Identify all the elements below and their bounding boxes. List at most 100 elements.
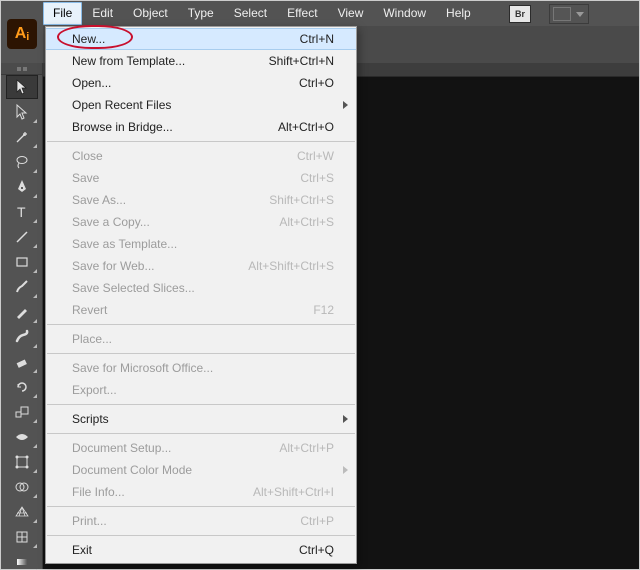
menu-item-label: Save for Web... — [72, 259, 248, 273]
menu-select[interactable]: Select — [224, 2, 277, 25]
menu-file[interactable]: File — [43, 2, 82, 25]
menu-item-label: File Info... — [72, 485, 253, 499]
magic-wand-tool[interactable] — [6, 125, 38, 149]
rotate-tool[interactable] — [6, 375, 38, 399]
file-menu-open[interactable]: Open...Ctrl+O — [46, 72, 356, 94]
file-menu-save-for-web: Save for Web...Alt+Shift+Ctrl+S — [46, 255, 356, 277]
flyout-indicator-icon — [33, 519, 37, 523]
flyout-indicator-icon — [33, 219, 37, 223]
file-menu-new-from-template[interactable]: New from Template...Shift+Ctrl+N — [46, 50, 356, 72]
mesh-tool[interactable] — [6, 525, 38, 549]
menu-item-label: Save — [72, 171, 300, 185]
menu-window[interactable]: Window — [373, 2, 436, 25]
file-menu-export: Export... — [46, 379, 356, 401]
flyout-indicator-icon — [33, 369, 37, 373]
menu-bar: FileEditObjectTypeSelectEffectViewWindow… — [43, 1, 481, 26]
top-toolbar-extras: Br — [509, 4, 589, 24]
file-menu-open-recent-files[interactable]: Open Recent Files — [46, 94, 356, 116]
menu-item-label: Save As... — [72, 193, 269, 207]
pencil-tool[interactable] — [6, 300, 38, 324]
rectangle-tool[interactable] — [6, 250, 38, 274]
menu-item-shortcut: Shift+Ctrl+S — [269, 193, 334, 207]
file-menu-save-as: Save As...Shift+Ctrl+S — [46, 189, 356, 211]
menu-item-shortcut: Alt+Ctrl+O — [278, 120, 334, 134]
flyout-indicator-icon — [33, 169, 37, 173]
shape-builder-tool[interactable] — [6, 475, 38, 499]
menu-edit[interactable]: Edit — [82, 2, 123, 25]
menu-item-shortcut: Alt+Ctrl+P — [279, 441, 334, 455]
menu-item-label: Save for Microsoft Office... — [72, 361, 334, 375]
menu-item-shortcut: Ctrl+N — [300, 32, 334, 46]
type-tool[interactable]: T — [6, 200, 38, 224]
flyout-indicator-icon — [33, 444, 37, 448]
flyout-indicator-icon — [33, 419, 37, 423]
panel-grip[interactable] — [1, 63, 42, 75]
menu-item-label: Open... — [72, 76, 299, 90]
menu-item-shortcut: Ctrl+W — [297, 149, 334, 163]
file-menu: New...Ctrl+NNew from Template...Shift+Ct… — [45, 26, 357, 564]
lasso-tool[interactable] — [6, 150, 38, 174]
free-transform-tool[interactable] — [6, 450, 38, 474]
menu-item-shortcut: Ctrl+S — [300, 171, 334, 185]
file-menu-scripts[interactable]: Scripts — [46, 408, 356, 430]
direct-selection-tool[interactable] — [6, 100, 38, 124]
flyout-indicator-icon — [33, 394, 37, 398]
menu-type[interactable]: Type — [178, 2, 224, 25]
file-menu-browse-in-bridge[interactable]: Browse in Bridge...Alt+Ctrl+O — [46, 116, 356, 138]
menu-item-shortcut: Ctrl+Q — [299, 543, 334, 557]
menu-object[interactable]: Object — [123, 2, 178, 25]
svg-text:T: T — [17, 204, 26, 220]
blob-brush-tool[interactable] — [6, 325, 38, 349]
file-menu-print: Print...Ctrl+P — [46, 510, 356, 532]
menu-item-shortcut: Shift+Ctrl+N — [269, 54, 334, 68]
menu-item-label: Document Color Mode — [72, 463, 334, 477]
perspective-grid-tool[interactable] — [6, 500, 38, 524]
file-menu-new[interactable]: New...Ctrl+N — [46, 28, 356, 50]
arrange-icon — [553, 7, 571, 21]
pen-tool[interactable] — [6, 175, 38, 199]
app-window: FileEditObjectTypeSelectEffectViewWindow… — [0, 0, 640, 570]
flyout-indicator-icon — [33, 144, 37, 148]
bridge-button[interactable]: Br — [509, 5, 531, 23]
menu-view[interactable]: View — [328, 2, 374, 25]
file-menu-revert: RevertF12 — [46, 299, 356, 321]
menu-item-label: Export... — [72, 383, 334, 397]
gradient-tool[interactable] — [6, 550, 38, 570]
scale-tool[interactable] — [6, 400, 38, 424]
file-menu-place: Place... — [46, 328, 356, 350]
arrange-documents-button[interactable] — [549, 4, 589, 24]
file-menu-exit[interactable]: ExitCtrl+Q — [46, 539, 356, 561]
menu-item-label: Save Selected Slices... — [72, 281, 334, 295]
selection-tool[interactable] — [6, 75, 38, 99]
flyout-indicator-icon — [33, 469, 37, 473]
submenu-arrow-icon — [343, 415, 348, 423]
menu-item-label: Save as Template... — [72, 237, 334, 251]
menu-item-label: Browse in Bridge... — [72, 120, 278, 134]
file-menu-file-info: File Info...Alt+Shift+Ctrl+I — [46, 481, 356, 503]
menu-item-shortcut: Alt+Ctrl+S — [279, 215, 334, 229]
file-menu-document-setup: Document Setup...Alt+Ctrl+P — [46, 437, 356, 459]
file-menu-document-color-mode: Document Color Mode — [46, 459, 356, 481]
app-logo: Ai — [7, 19, 37, 49]
menu-item-label: Close — [72, 149, 297, 163]
chevron-down-icon — [576, 12, 584, 17]
menu-effect[interactable]: Effect — [277, 2, 327, 25]
menu-item-shortcut: Ctrl+O — [299, 76, 334, 90]
paintbrush-tool[interactable] — [6, 275, 38, 299]
flyout-indicator-icon — [33, 269, 37, 273]
menu-item-label: Save a Copy... — [72, 215, 279, 229]
menu-item-shortcut: Ctrl+P — [300, 514, 334, 528]
flyout-indicator-icon — [33, 244, 37, 248]
menu-item-label: New from Template... — [72, 54, 269, 68]
flyout-indicator-icon — [33, 319, 37, 323]
submenu-arrow-icon — [343, 466, 348, 474]
tool-panel: T — [1, 63, 43, 569]
width-tool[interactable] — [6, 425, 38, 449]
file-menu-save-for-microsoft-office: Save for Microsoft Office... — [46, 357, 356, 379]
eraser-tool[interactable] — [6, 350, 38, 374]
line-segment-tool[interactable] — [6, 225, 38, 249]
menu-help[interactable]: Help — [436, 2, 481, 25]
file-menu-save-a-copy: Save a Copy...Alt+Ctrl+S — [46, 211, 356, 233]
menu-item-label: Document Setup... — [72, 441, 279, 455]
menu-item-label: Open Recent Files — [72, 98, 334, 112]
